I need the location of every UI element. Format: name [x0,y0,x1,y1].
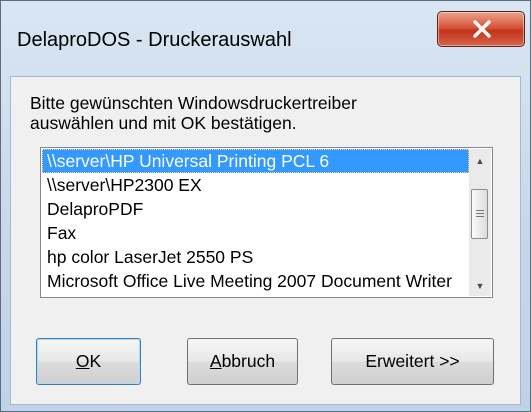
cancel-mnemonic: A [209,351,222,371]
printer-list-item[interactable]: hp color LaserJet 2550 PS [42,245,469,269]
ok-label-rest: K [89,351,102,371]
title-bar[interactable]: DelaproDOS - Druckerauswahl [1,1,530,76]
instruction-text: Bitte gewünschten Windowsdruckertreiber … [30,93,357,133]
printer-list: \\server\HP Universal Printing PCL 6 \\s… [42,149,469,293]
cancel-label-rest: bbruch [221,351,276,371]
ok-mnemonic: O [75,351,90,371]
printer-list-item[interactable]: DelaproPDF [42,197,469,221]
arrow-up-icon: ▲ [475,156,485,166]
scroll-down-button[interactable]: ▼ [469,276,491,296]
vertical-scrollbar[interactable]: ▲ ▼ [469,149,491,296]
scroll-up-button[interactable]: ▲ [469,151,491,171]
grip-icon [475,209,484,219]
printer-list-item[interactable]: \\server\HP2300 EX [42,173,469,197]
ok-button[interactable]: OK [36,338,141,385]
printer-listbox[interactable]: \\server\HP Universal Printing PCL 6 \\s… [40,147,493,298]
scrollbar-thumb[interactable] [471,189,488,239]
advanced-button[interactable]: Erweitert >> [331,338,494,385]
cancel-button[interactable]: Abbruch [187,338,298,385]
window-title: DelaproDOS - Druckerauswahl [17,29,292,51]
arrow-down-icon: ▼ [475,281,485,291]
printer-list-item[interactable]: Fax [42,221,469,245]
close-icon [473,20,491,38]
close-button[interactable] [437,11,525,47]
printer-list-item[interactable]: \\server\HP Universal Printing PCL 6 [42,149,469,173]
printer-list-item[interactable]: Microsoft Office Live Meeting 2007 Docum… [42,269,469,293]
